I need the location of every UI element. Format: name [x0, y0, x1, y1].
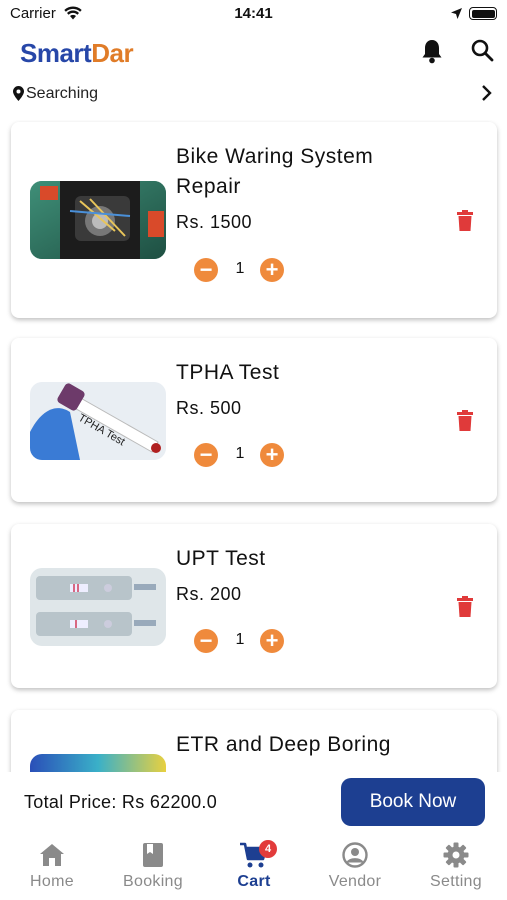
- cart-item: TPHA Test TPHA Test Rs. 500 − 1 +: [11, 338, 497, 502]
- quantity-value: 1: [235, 631, 245, 648]
- checkout-bar: Total Price: Rs 62200.0 Book Now: [0, 772, 507, 834]
- increase-button[interactable]: +: [260, 443, 284, 467]
- nav-label: Vendor: [328, 873, 382, 890]
- cart-count-badge: 4: [259, 840, 277, 858]
- decrease-button[interactable]: −: [194, 629, 218, 653]
- nav-label: Home: [30, 873, 74, 890]
- search-icon[interactable]: [470, 38, 494, 62]
- item-title: UPT Test: [176, 547, 266, 570]
- increase-button[interactable]: +: [260, 258, 284, 282]
- book-icon: [143, 843, 163, 867]
- location-bar[interactable]: Searching: [0, 82, 507, 108]
- delete-icon[interactable]: [457, 410, 473, 432]
- item-thumbnail: [30, 568, 166, 646]
- home-icon: [40, 844, 64, 866]
- battery-icon: [469, 7, 497, 20]
- book-now-button[interactable]: Book Now: [341, 778, 485, 826]
- quantity-stepper: − 1 +: [194, 258, 286, 282]
- bottom-nav: Home Booking 4 Cart Vendor Setting: [0, 834, 507, 900]
- cart-item: UPT Test Rs. 200 − 1 +: [11, 524, 497, 688]
- nav-booking[interactable]: Booking: [108, 840, 198, 891]
- decrease-button[interactable]: −: [194, 443, 218, 467]
- gear-icon: [443, 842, 469, 868]
- quantity-value: 1: [235, 260, 245, 277]
- status-bar: Carrier 14:41: [0, 0, 507, 28]
- nav-label: Setting: [430, 873, 482, 890]
- quantity-stepper: − 1 +: [194, 443, 286, 467]
- app-header: SmartDar: [0, 30, 507, 78]
- location-arrow-icon: [451, 8, 462, 19]
- delete-icon[interactable]: [457, 210, 473, 232]
- quantity-stepper: − 1 +: [194, 629, 286, 653]
- item-title: ETR and Deep Boring: [176, 733, 391, 756]
- clock: 14:41: [234, 5, 273, 22]
- decrease-button[interactable]: −: [194, 258, 218, 282]
- bell-icon[interactable]: [420, 38, 444, 64]
- item-price: Rs. 1500: [176, 212, 253, 232]
- item-title: TPHA Test: [176, 361, 280, 384]
- quantity-value: 1: [235, 445, 245, 462]
- cart-item: Bike Waring System Repair Rs. 1500 − 1 +: [11, 122, 497, 318]
- item-thumbnail: [30, 181, 166, 259]
- nav-cart[interactable]: 4 Cart: [209, 840, 299, 891]
- chevron-right-icon[interactable]: [481, 84, 493, 102]
- cart-list[interactable]: Bike Waring System Repair Rs. 1500 − 1 +…: [0, 120, 507, 772]
- nav-label: Booking: [123, 873, 183, 890]
- account-icon: [342, 842, 368, 868]
- nav-setting[interactable]: Setting: [411, 840, 501, 891]
- item-price: Rs. 200: [176, 584, 242, 604]
- nav-label: Cart: [237, 873, 271, 890]
- app-logo: SmartDar: [20, 38, 134, 68]
- item-title: Bike Waring System Repair: [176, 145, 374, 198]
- total-price: Total Price: Rs 62200.0: [24, 792, 217, 812]
- location-text: Searching: [26, 85, 99, 102]
- increase-button[interactable]: +: [260, 629, 284, 653]
- item-thumbnail: [30, 754, 166, 772]
- item-price: Rs. 500: [176, 398, 242, 418]
- nav-vendor[interactable]: Vendor: [310, 840, 400, 891]
- map-pin-icon: [13, 86, 24, 101]
- nav-home[interactable]: Home: [7, 840, 97, 891]
- item-thumbnail: [30, 382, 166, 460]
- cart-item: ETR and Deep Boring: [11, 710, 497, 772]
- delete-icon[interactable]: [457, 596, 473, 618]
